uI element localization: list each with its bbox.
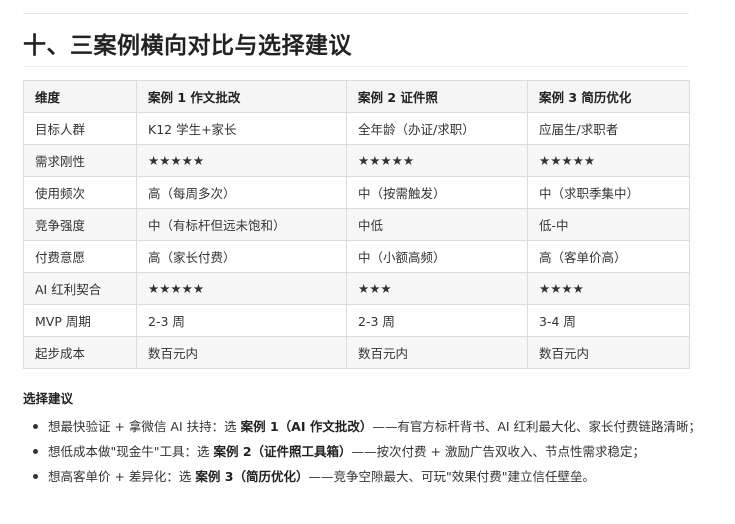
title-divider xyxy=(23,66,689,67)
table-cell: 中（按需触发） xyxy=(346,176,528,209)
table-cell: 起步成本 xyxy=(23,336,137,369)
item-text: 想低成本做"现金牛"工具：选 xyxy=(48,444,214,459)
table-cell: 中（有标杆但远未饱和） xyxy=(136,208,347,241)
table-header-row: 维度 案例 1 作文批改 案例 2 证件照 案例 3 简历优化 xyxy=(23,80,690,113)
table-cell: 高（每周多次） xyxy=(136,176,347,209)
column-header: 案例 1 作文批改 xyxy=(136,80,347,113)
column-header: 维度 xyxy=(23,80,137,113)
list-item: 想低成本做"现金牛"工具：选 案例 2（证件照工具箱）——按次付费 + 激励广告… xyxy=(23,441,703,462)
table-cell: K12 学生+家长 xyxy=(136,112,347,145)
table-cell: 数百元内 xyxy=(136,336,347,369)
table-cell: 竞争强度 xyxy=(23,208,137,241)
table-row: AI 红利契合 ★★★★★ ★★★ ★★★★ xyxy=(23,272,690,305)
table-cell: 中低 xyxy=(346,208,528,241)
list-item: 想最快验证 + 拿微信 AI 扶持：选 案例 1（AI 作文批改）——有官方标杆… xyxy=(23,416,703,437)
top-divider xyxy=(23,13,689,14)
table-cell: 中（求职季集中） xyxy=(527,176,690,209)
table-cell: 2-3 周 xyxy=(346,304,528,337)
table-cell: AI 红利契合 xyxy=(23,272,137,305)
table-cell: 2-3 周 xyxy=(136,304,347,337)
column-header: 案例 3 简历优化 xyxy=(527,80,690,113)
bullet-icon xyxy=(33,424,38,429)
table-row: 使用频次 高（每周多次） 中（按需触发） 中（求职季集中） xyxy=(23,176,690,209)
table-cell: 使用频次 xyxy=(23,176,137,209)
table-cell: ★★★★★ xyxy=(527,144,690,177)
table-cell: ★★★★★ xyxy=(136,272,347,305)
table-cell: ★★★★★ xyxy=(136,144,347,177)
table-cell: 中（小额高频） xyxy=(346,240,528,273)
table-row: 需求刚性 ★★★★★ ★★★★★ ★★★★★ xyxy=(23,144,690,177)
table-cell: ★★★★★ xyxy=(346,144,528,177)
comparison-table: 维度 案例 1 作文批改 案例 2 证件照 案例 3 简历优化 目标人群 K12… xyxy=(23,80,690,369)
table-cell: 低-中 xyxy=(527,208,690,241)
table-cell: 高（家长付费） xyxy=(136,240,347,273)
table-cell: 全年龄（办证/求职） xyxy=(346,112,528,145)
table-cell: 需求刚性 xyxy=(23,144,137,177)
column-header: 案例 2 证件照 xyxy=(346,80,528,113)
bullet-icon xyxy=(33,474,38,479)
table-row: MVP 周期 2-3 周 2-3 周 3-4 周 xyxy=(23,304,690,337)
table-cell: 高（客单价高） xyxy=(527,240,690,273)
table-row: 起步成本 数百元内 数百元内 数百元内 xyxy=(23,336,690,369)
table-cell: 数百元内 xyxy=(346,336,528,369)
table-cell: 3-4 周 xyxy=(527,304,690,337)
list-item: 想高客单价 + 差异化：选 案例 3（简历优化）——竞争空隙最大、可玩"效果付费… xyxy=(23,466,703,487)
table-cell: ★★★★ xyxy=(527,272,690,305)
table-cell: 应届生/求职者 xyxy=(527,112,690,145)
item-highlight: 案例 3（简历优化） xyxy=(195,469,309,484)
suggestion-list: 想最快验证 + 拿微信 AI 扶持：选 案例 1（AI 作文批改）——有官方标杆… xyxy=(23,416,703,491)
item-text: ——竞争空隙最大、可玩"效果付费"建立信任壁垒。 xyxy=(308,469,595,484)
item-text: 想最快验证 + 拿微信 AI 扶持：选 xyxy=(48,419,241,434)
item-text: ——按次付费 + 激励广告双收入、节点性需求稳定； xyxy=(351,444,645,459)
table-cell: 数百元内 xyxy=(527,336,690,369)
table-row: 目标人群 K12 学生+家长 全年龄（办证/求职） 应届生/求职者 xyxy=(23,112,690,145)
table-cell: MVP 周期 xyxy=(23,304,137,337)
bullet-icon xyxy=(33,449,38,454)
page-title: 十、三案例横向对比与选择建议 xyxy=(23,33,352,59)
table-cell: ★★★ xyxy=(346,272,528,305)
table-cell: 目标人群 xyxy=(23,112,137,145)
item-text: ——有官方标杆背书、AI 红利最大化、家长付费链路清晰； xyxy=(372,419,702,434)
item-highlight: 案例 1（AI 作文批改） xyxy=(240,419,373,434)
item-highlight: 案例 2（证件照工具箱） xyxy=(213,444,352,459)
table-row: 竞争强度 中（有标杆但远未饱和） 中低 低-中 xyxy=(23,208,690,241)
section-title: 选择建议 xyxy=(23,391,74,406)
item-text: 想高客单价 + 差异化：选 xyxy=(48,469,196,484)
table-cell: 付费意愿 xyxy=(23,240,137,273)
table-row: 付费意愿 高（家长付费） 中（小额高频） 高（客单价高） xyxy=(23,240,690,273)
